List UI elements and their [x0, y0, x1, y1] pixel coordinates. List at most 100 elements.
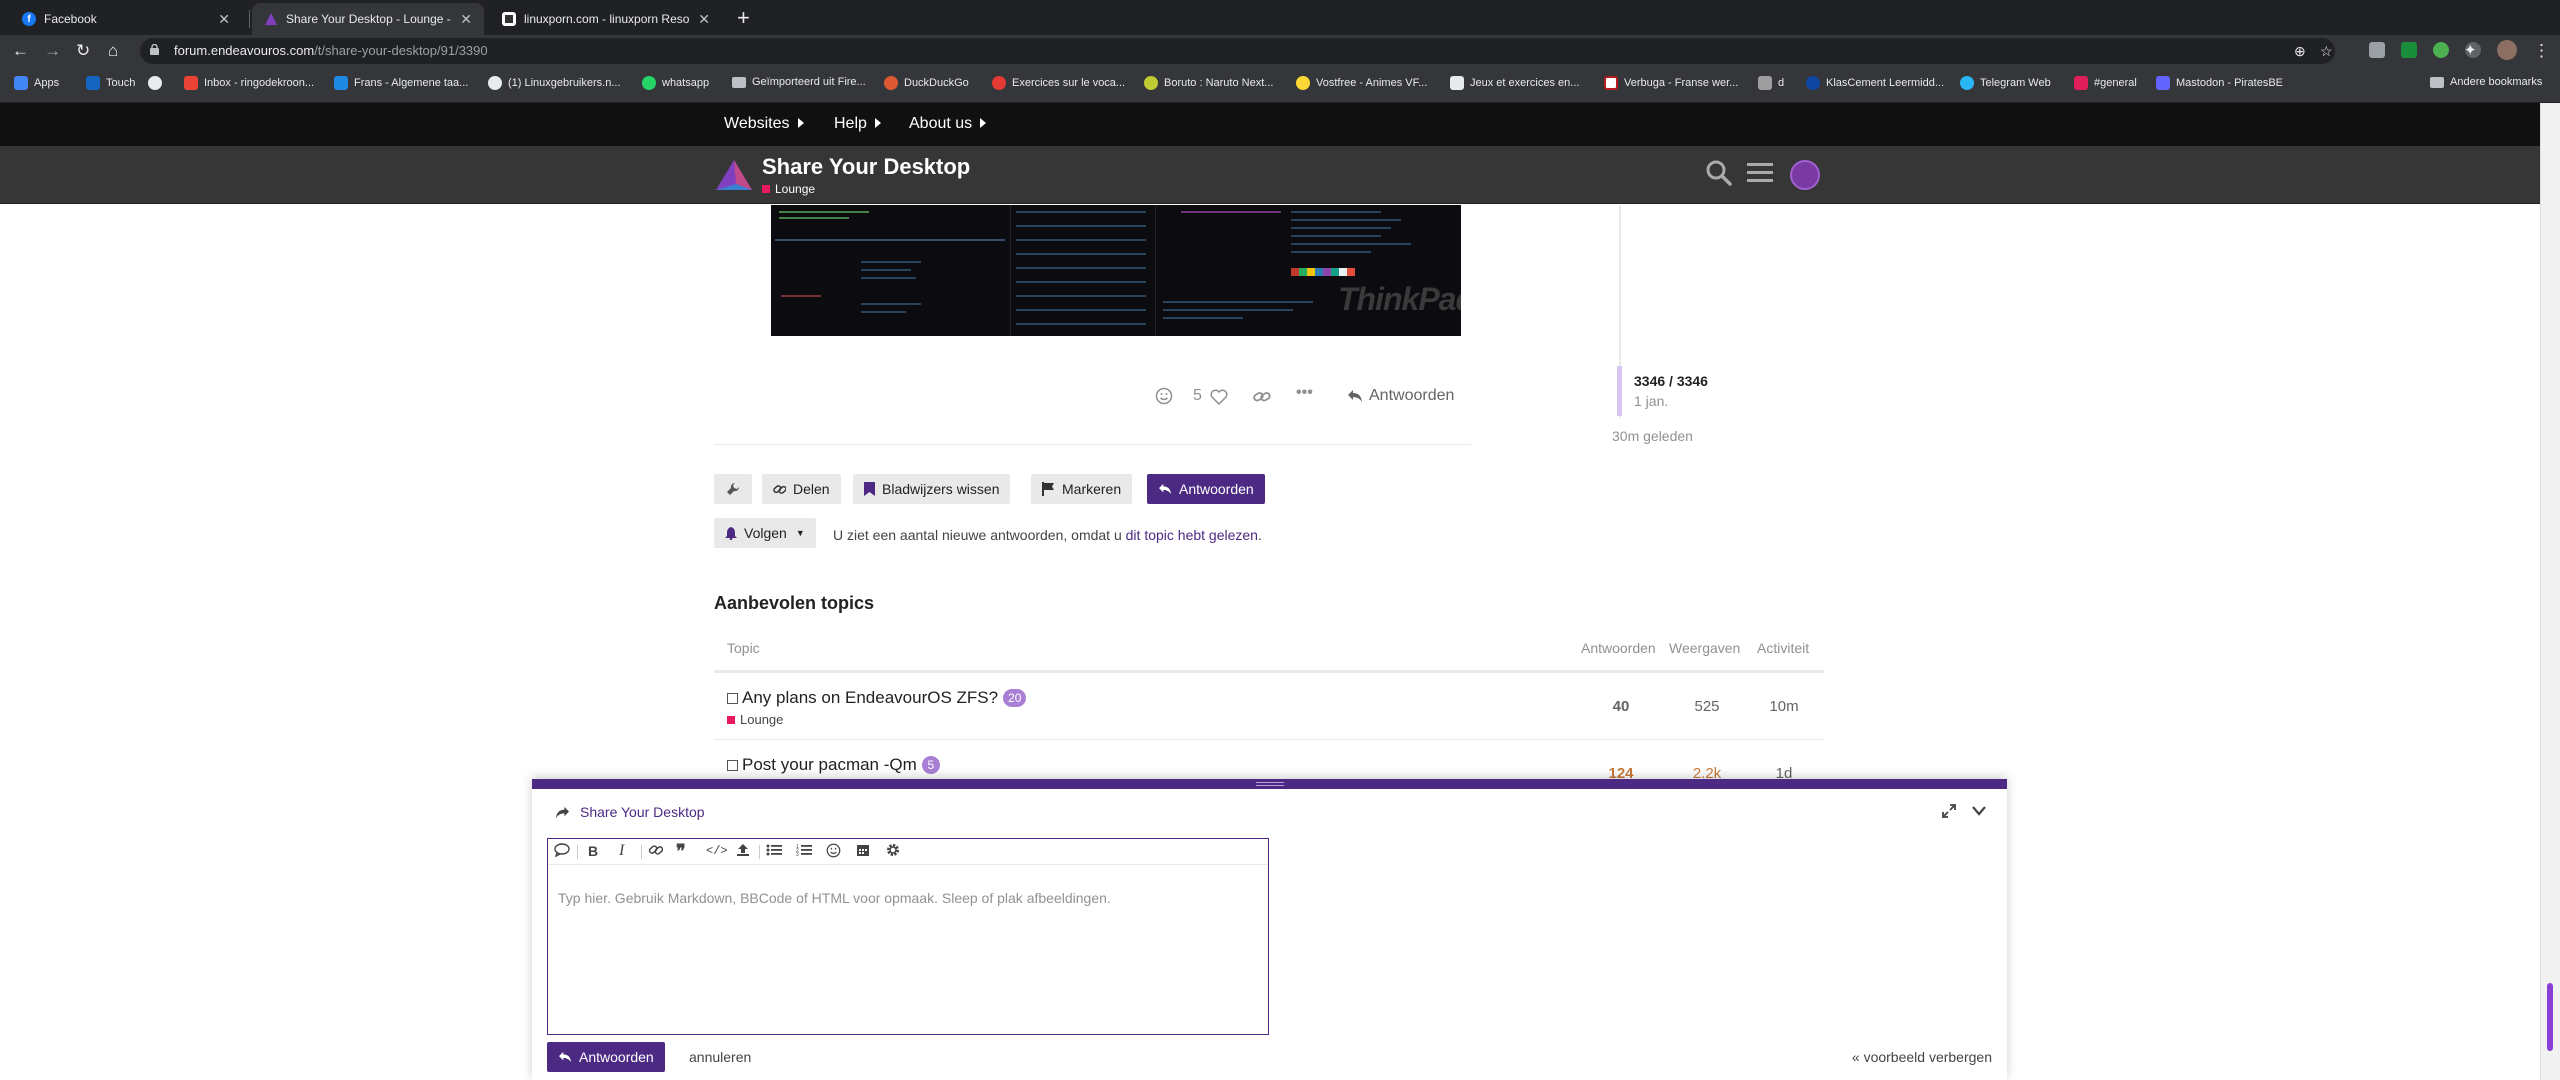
bullet-list-icon[interactable]: [766, 843, 782, 860]
bookmark-whatsapp[interactable]: whatsapp: [642, 76, 709, 90]
other-bookmarks[interactable]: Andere bookmarks: [2430, 76, 2542, 88]
close-tab-icon[interactable]: ✕: [460, 11, 472, 28]
bookmark-verbuga[interactable]: Verbuga - Franse wer...: [1604, 76, 1738, 90]
column-header-views[interactable]: Weergaven: [1669, 640, 1740, 656]
back-icon[interactable]: ←: [12, 41, 29, 61]
timeline-handle[interactable]: [1617, 366, 1622, 416]
composer-editor[interactable]: B I ❞ </> 123 Typ hier. Gebruik Markdown…: [547, 838, 1269, 1035]
close-tab-icon[interactable]: ✕: [698, 11, 710, 28]
emoji-icon[interactable]: [826, 843, 841, 861]
bookmark-exercices[interactable]: Exercices sur le voca...: [992, 76, 1125, 90]
post-screenshot-image[interactable]: ThinkPad: [771, 205, 1461, 336]
gear-icon[interactable]: [886, 843, 900, 860]
extension-green-icon[interactable]: [2433, 42, 2449, 58]
reload-icon[interactable]: ↻: [76, 41, 90, 61]
topic-link[interactable]: Post your pacman -Qm: [742, 755, 917, 775]
thinkpad-watermark: ThinkPad: [1338, 281, 1461, 317]
numbered-list-icon[interactable]: 123: [796, 843, 812, 860]
code-icon[interactable]: </>: [706, 843, 728, 859]
hyperlink-icon[interactable]: [648, 843, 664, 860]
column-header-topic[interactable]: Topic: [727, 640, 760, 656]
category-badge[interactable]: Lounge: [762, 182, 815, 196]
quote-bubble-icon[interactable]: [554, 843, 570, 860]
unread-count-badge[interactable]: 5: [921, 756, 940, 774]
blockquote-icon[interactable]: ❞: [676, 842, 686, 860]
bookmark-linuxgebruikers[interactable]: (1) Linuxgebruikers.n...: [488, 76, 621, 90]
bookmark-frans[interactable]: Frans - Algemene taa...: [334, 76, 468, 90]
nav-help[interactable]: Help: [834, 115, 881, 133]
bookmark-jeux[interactable]: Jeux et exercices en...: [1450, 76, 1579, 90]
admin-wrench-button[interactable]: [714, 474, 752, 504]
share-button[interactable]: Delen: [762, 474, 841, 504]
puzzle-icon[interactable]: ✦: [2464, 41, 2477, 61]
shield-icon[interactable]: [2401, 42, 2417, 58]
endeavouros-logo-icon[interactable]: [714, 158, 754, 192]
clear-bookmarks-button[interactable]: Bladwijzers wissen: [853, 474, 1011, 504]
read-topic-link[interactable]: dit topic hebt gelezen: [1126, 527, 1258, 543]
unread-count-badge[interactable]: 20: [1003, 689, 1027, 707]
timeline-last-activity[interactable]: 30m geleden: [1612, 428, 1693, 444]
extension-cloud-icon[interactable]: [2369, 42, 2385, 58]
bookmark-duckduckgo[interactable]: DuckDuckGo: [884, 76, 969, 90]
more-actions-icon[interactable]: •••: [1296, 384, 1313, 402]
profile-avatar[interactable]: [2497, 40, 2517, 60]
post-reply-button[interactable]: Antwoorden: [1347, 387, 1454, 405]
bookmark-mastodon[interactable]: Mastodon - PiratesBE: [2156, 76, 2283, 90]
column-header-activity[interactable]: Activiteit: [1757, 640, 1809, 656]
install-icon[interactable]: ⊕: [2294, 43, 2306, 60]
star-icon[interactable]: ☆: [2320, 43, 2333, 60]
submit-reply-button[interactable]: Antwoorden: [547, 1042, 665, 1072]
bold-icon[interactable]: B: [588, 843, 598, 859]
address-bar[interactable]: forum.endeavouros.com/t/share-your-deskt…: [140, 38, 2335, 64]
bookmark-globe[interactable]: [148, 76, 168, 90]
tab-share-your-desktop[interactable]: Share Your Desktop - Lounge - End ✕: [252, 3, 484, 35]
bookmark-telegram[interactable]: Telegram Web: [1960, 76, 2051, 90]
tab-facebook[interactable]: f Facebook ✕: [10, 3, 242, 35]
emoji-reaction-icon[interactable]: [1155, 387, 1173, 405]
search-icon[interactable]: [1705, 159, 1733, 187]
cancel-link[interactable]: annuleren: [689, 1049, 751, 1065]
bookmark-touch[interactable]: Touch: [86, 76, 135, 90]
expand-icon[interactable]: [1942, 804, 1956, 818]
menu-dots-icon[interactable]: ⋮: [2533, 41, 2550, 61]
notification-level-dropdown[interactable]: Volgen ▼: [714, 518, 816, 548]
scrollbar-thumb[interactable]: [2547, 983, 2553, 1051]
new-tab-button[interactable]: +: [737, 5, 750, 31]
bookmark-vostfree[interactable]: Vostfree - Animes VF...: [1296, 76, 1427, 90]
bookmark-inbox[interactable]: Inbox - ringodekroon...: [184, 76, 314, 90]
replies-count[interactable]: 40: [1596, 698, 1646, 715]
bookmark-klascement[interactable]: KlasCement Leermidd...: [1806, 76, 1944, 90]
hamburger-menu-icon[interactable]: [1747, 162, 1773, 184]
bookmark-general[interactable]: #general: [2074, 76, 2137, 90]
grip-handle-icon[interactable]: [1256, 782, 1284, 786]
nav-about-us[interactable]: About us: [909, 115, 987, 133]
topic-reply-button[interactable]: Antwoorden: [1147, 474, 1265, 504]
upload-icon[interactable]: [736, 843, 750, 860]
link-icon[interactable]: [1253, 389, 1271, 405]
bookmark-imported-folder[interactable]: Geïmporteerd uit Fire...: [732, 76, 866, 88]
composer-action-title[interactable]: Share Your Desktop: [555, 804, 705, 820]
calendar-icon[interactable]: [856, 843, 870, 860]
nav-websites[interactable]: Websites: [724, 115, 804, 133]
user-avatar[interactable]: [1790, 160, 1820, 190]
page-scrollbar[interactable]: [2540, 103, 2560, 1080]
topic-link[interactable]: Any plans on EndeavourOS ZFS?: [742, 688, 998, 708]
activity-time[interactable]: 10m: [1759, 698, 1809, 715]
italic-icon[interactable]: I: [619, 843, 624, 859]
forward-icon[interactable]: →: [44, 41, 61, 61]
bookmark-apps[interactable]: Apps: [14, 76, 59, 90]
topic-category[interactable]: Lounge: [727, 712, 783, 727]
hide-preview-link[interactable]: « voorbeeld verbergen: [1852, 1049, 1992, 1065]
bookmark-boruto[interactable]: Boruto : Naruto Next...: [1144, 76, 1273, 90]
table-row[interactable]: Post your pacman -Qm 5: [727, 755, 940, 775]
heart-icon[interactable]: [1210, 389, 1228, 405]
close-tab-icon[interactable]: ✕: [218, 11, 230, 28]
table-row[interactable]: Any plans on EndeavourOS ZFS? 20: [727, 688, 1027, 708]
home-icon[interactable]: ⌂: [108, 41, 118, 61]
tab-linuxporn[interactable]: linuxporn.com - linuxporn Resource ✕: [490, 3, 722, 35]
bookmark-d[interactable]: d: [1758, 76, 1784, 90]
column-header-replies[interactable]: Antwoorden: [1581, 640, 1656, 656]
flag-button[interactable]: Markeren: [1031, 474, 1133, 504]
topic-title[interactable]: Share Your Desktop: [762, 154, 970, 180]
collapse-chevron-icon[interactable]: [1972, 806, 1986, 816]
